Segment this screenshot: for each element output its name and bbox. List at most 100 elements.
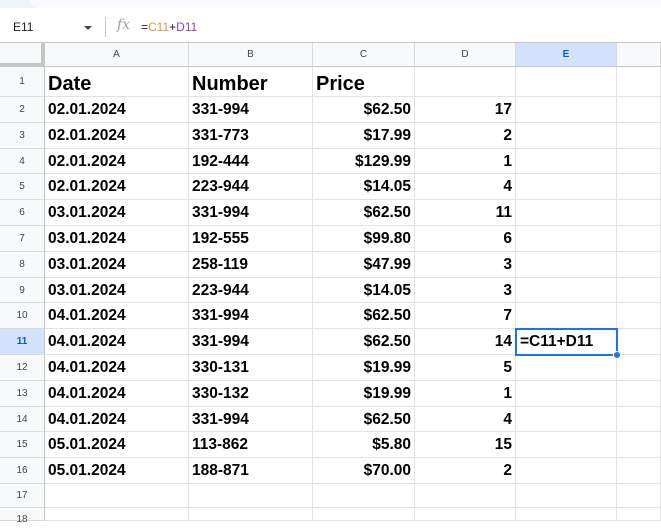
table-cell[interactable]: $62.50	[313, 200, 415, 226]
table-cell[interactable]	[617, 458, 661, 484]
table-cell[interactable]: 2	[415, 458, 516, 484]
table-cell[interactable]: 6	[415, 226, 516, 252]
table-cell[interactable]: 03.01.2024	[45, 200, 189, 226]
table-cell[interactable]: 330-131	[189, 355, 313, 381]
row-header-9[interactable]: 9	[0, 277, 45, 304]
table-cell[interactable]: 05.01.2024	[45, 432, 189, 459]
table-cell[interactable]: $99.80	[313, 226, 415, 252]
table-cell[interactable]: 223-944	[189, 277, 313, 304]
table-cell[interactable]: 113-862	[189, 432, 313, 459]
table-cell[interactable]: 223-944	[189, 174, 313, 201]
table-cell[interactable]	[516, 432, 617, 459]
table-cell[interactable]: 15	[415, 432, 516, 459]
table-cell[interactable]: $62.50	[313, 97, 415, 123]
table-cell[interactable]: 4	[415, 406, 516, 433]
table-cell[interactable]	[516, 303, 617, 330]
table-cell[interactable]: 331-994	[189, 406, 313, 433]
table-cell[interactable]: 188-871	[189, 458, 313, 484]
name-box-dropdown-icon[interactable]	[84, 26, 92, 30]
table-cell[interactable]: 1	[415, 148, 516, 175]
table-cell[interactable]: $62.50	[313, 406, 415, 433]
spreadsheet-grid[interactable]: A B C D E 1 Date Number Price 2 02.01.2024 331-994 $…	[0, 43, 661, 525]
table-cell[interactable]: 03.01.2024	[45, 277, 189, 304]
table-cell[interactable]	[516, 355, 617, 381]
header-cell[interactable]	[415, 67, 516, 97]
table-cell[interactable]: 7	[415, 303, 516, 330]
table-cell[interactable]: 02.01.2024	[45, 174, 189, 201]
table-cell[interactable]	[415, 508, 516, 521]
column-header-e[interactable]: E	[516, 43, 617, 67]
table-cell[interactable]: 04.01.2024	[45, 355, 189, 381]
header-cell[interactable]: Date	[45, 67, 189, 97]
table-cell[interactable]: 04.01.2024	[45, 406, 189, 433]
table-cell[interactable]	[617, 484, 661, 508]
row-header-16[interactable]: 16	[0, 458, 45, 484]
table-cell[interactable]	[189, 508, 313, 521]
table-cell[interactable]: 02.01.2024	[45, 122, 189, 149]
table-cell[interactable]: 5	[415, 355, 516, 381]
table-cell[interactable]: 331-994	[189, 303, 313, 330]
row-header-12[interactable]: 12	[0, 355, 45, 381]
row-header-2[interactable]: 2	[0, 97, 45, 123]
table-cell[interactable]: 04.01.2024	[45, 303, 189, 330]
table-cell[interactable]	[516, 148, 617, 175]
row-header-14[interactable]: 14	[0, 406, 45, 433]
table-cell[interactable]: 331-773	[189, 122, 313, 149]
table-cell[interactable]	[516, 458, 617, 484]
table-cell[interactable]	[617, 226, 661, 252]
table-cell[interactable]: 03.01.2024	[45, 251, 189, 278]
row-header-7[interactable]: 7	[0, 226, 45, 252]
table-cell[interactable]	[415, 484, 516, 508]
table-cell[interactable]	[516, 484, 617, 508]
row-header-11[interactable]: 11	[0, 329, 45, 355]
table-cell[interactable]: $14.05	[313, 277, 415, 304]
row-header-6[interactable]: 6	[0, 200, 45, 226]
table-cell[interactable]: $17.99	[313, 122, 415, 149]
row-header-10[interactable]: 10	[0, 303, 45, 330]
table-cell[interactable]: $62.50	[313, 329, 415, 355]
formula-input[interactable]: =C11+D11	[141, 20, 197, 34]
row-header-18[interactable]: 18	[0, 508, 45, 525]
table-cell[interactable]	[516, 97, 617, 123]
table-cell[interactable]	[617, 303, 661, 330]
header-cell[interactable]: Price	[313, 67, 415, 97]
table-cell[interactable]	[313, 508, 415, 521]
table-cell[interactable]	[516, 277, 617, 304]
table-cell[interactable]: 192-444	[189, 148, 313, 175]
select-all-corner[interactable]	[0, 43, 45, 67]
table-cell[interactable]	[617, 355, 661, 381]
row-header-3[interactable]: 3	[0, 122, 45, 149]
table-cell[interactable]: $62.50	[313, 303, 415, 330]
table-cell[interactable]	[516, 122, 617, 149]
table-cell[interactable]: $47.99	[313, 251, 415, 278]
table-cell[interactable]: 02.01.2024	[45, 97, 189, 123]
table-cell[interactable]	[516, 251, 617, 278]
table-cell[interactable]	[617, 148, 661, 175]
header-cell[interactable]	[516, 67, 617, 97]
row-header-13[interactable]: 13	[0, 380, 45, 407]
table-cell[interactable]: 05.01.2024	[45, 458, 189, 484]
table-cell[interactable]: 11	[415, 200, 516, 226]
table-cell[interactable]: $19.99	[313, 355, 415, 381]
table-cell[interactable]: $70.00	[313, 458, 415, 484]
column-header-b[interactable]: B	[189, 43, 313, 67]
row-header-15[interactable]: 15	[0, 432, 45, 459]
table-cell[interactable]: 3	[415, 277, 516, 304]
table-cell[interactable]	[516, 226, 617, 252]
table-cell[interactable]: 4	[415, 174, 516, 201]
table-cell[interactable]: 330-132	[189, 380, 313, 407]
table-cell[interactable]: 03.01.2024	[45, 226, 189, 252]
table-cell[interactable]	[516, 508, 617, 521]
table-cell[interactable]	[45, 484, 189, 508]
column-header-d[interactable]: D	[415, 43, 516, 67]
column-header-a[interactable]: A	[45, 43, 189, 67]
table-cell[interactable]	[617, 329, 661, 355]
table-cell[interactable]	[617, 277, 661, 304]
column-header-f[interactable]	[617, 43, 661, 67]
table-cell[interactable]	[45, 508, 189, 521]
table-cell[interactable]	[516, 406, 617, 433]
table-cell[interactable]	[617, 251, 661, 278]
fill-handle[interactable]	[613, 351, 621, 359]
row-header-4[interactable]: 4	[0, 148, 45, 175]
row-header-5[interactable]: 5	[0, 174, 45, 201]
